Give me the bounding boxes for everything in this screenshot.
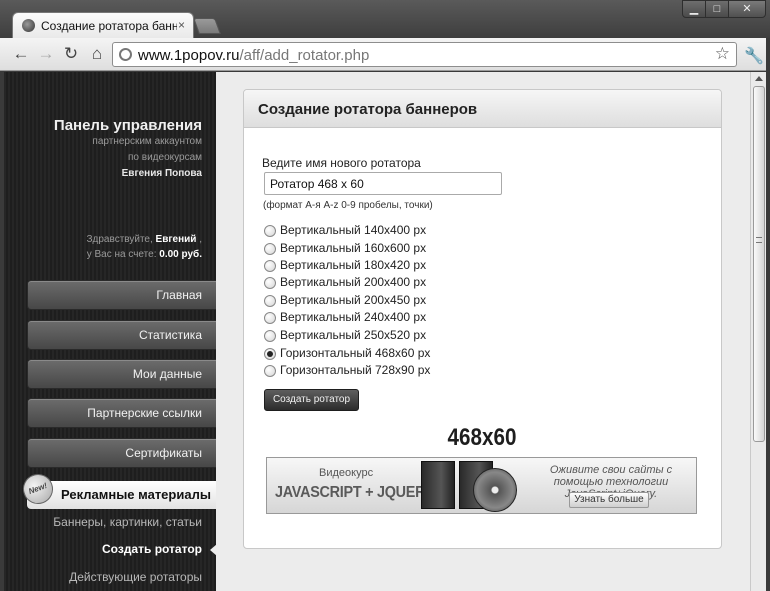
greeting-prefix: Здравствуйте,: [86, 234, 153, 245]
favicon-icon: [22, 19, 35, 32]
minimize-button[interactable]: ▁: [682, 0, 706, 18]
balance-prefix: у Вас на счете:: [86, 249, 157, 260]
user-name: Евгений: [155, 234, 197, 245]
size-radio[interactable]: [264, 243, 276, 255]
menu-item-partner-links[interactable]: Партнерские ссылки: [27, 398, 216, 428]
size-radio[interactable]: [264, 348, 276, 360]
scroll-up-icon[interactable]: [755, 76, 763, 81]
greeting: Здравствуйте, Евгений ,: [87, 234, 203, 245]
vertical-scrollbar[interactable]: [750, 72, 766, 591]
menu-item-statistics[interactable]: Статистика: [27, 320, 216, 350]
banner-course-label: Видеокурс: [319, 467, 374, 479]
url-text: www.1popov.ru/aff/add_rotator.php: [138, 47, 369, 64]
panel-owner: Евгения Попова: [121, 168, 202, 179]
size-option-label: Вертикальный 200x450 px: [280, 293, 427, 307]
new-tab-button[interactable]: [193, 18, 221, 34]
url-path: /aff/add_rotator.php: [239, 47, 370, 64]
size-option-label: Вертикальный 200x400 px: [280, 275, 427, 289]
size-option-label: Горизонтальный 468x60 px: [280, 346, 431, 360]
format-hint: (формат А-я A-z 0-9 пробелы, точки): [263, 200, 433, 211]
size-radio[interactable]: [264, 365, 276, 377]
banner-preview[interactable]: Видеокурс JAVASCRIPT + JQUERY Оживите св…: [266, 457, 697, 514]
forward-icon[interactable]: →: [36, 44, 56, 64]
size-option-label: Вертикальный 160x600 px: [280, 241, 427, 255]
panel-subtitle-2: по видеокурсам: [128, 152, 202, 163]
bookmark-star-icon[interactable]: ☆: [715, 44, 730, 64]
dvd-disc-image: [473, 468, 517, 512]
size-radio[interactable]: [264, 260, 276, 272]
page-title: Создание ротатора баннеров: [258, 101, 478, 118]
browser-tab[interactable]: Создание ротатора баннер ×: [12, 12, 194, 38]
size-radio[interactable]: [264, 277, 276, 289]
menu-item-home[interactable]: Главная: [27, 280, 216, 310]
submenu-banners[interactable]: Баннеры, картинки, статьи: [53, 515, 202, 529]
greeting-suffix: ,: [199, 234, 202, 245]
menu-item-certificates[interactable]: Сертификаты: [27, 438, 216, 468]
panel-subtitle-1: партнерским аккаунтом: [92, 136, 202, 147]
balance-value: 0.00 руб.: [159, 249, 202, 260]
card-header: Создание ротатора баннеров: [244, 90, 721, 128]
sidebar: Панель управления партнерским аккаунтом …: [4, 72, 217, 591]
home-icon[interactable]: ⌂: [87, 44, 107, 64]
banner-tech-title: JAVASCRIPT + JQUERY: [275, 484, 435, 501]
size-radio[interactable]: [264, 225, 276, 237]
maximize-button[interactable]: □: [705, 0, 729, 18]
back-icon[interactable]: ←: [11, 44, 31, 64]
scroll-thumb[interactable]: [753, 86, 765, 442]
create-rotator-button[interactable]: Создать ротатор: [264, 389, 359, 411]
size-radio[interactable]: [264, 312, 276, 324]
wrench-icon[interactable]: 🔧: [744, 46, 764, 66]
panel-title: Панель управления: [53, 117, 202, 134]
preview-size-label: 468x60: [447, 424, 517, 451]
size-option-label: Вертикальный 180x420 px: [280, 258, 427, 272]
reload-icon[interactable]: ↻: [61, 44, 81, 64]
tab-title: Создание ротатора баннер: [41, 19, 177, 33]
size-option-label: Вертикальный 250x520 px: [280, 328, 427, 342]
close-window-button[interactable]: ✕: [728, 0, 766, 18]
menu-item-my-data[interactable]: Мои данные: [27, 359, 216, 389]
dvd-box-image: [421, 461, 455, 509]
submenu-create-rotator[interactable]: Создать ротатор: [102, 542, 202, 556]
name-label: Ведите имя нового ротатора: [262, 156, 421, 170]
size-option-label: Вертикальный 240x400 px: [280, 310, 427, 324]
size-option-label: Горизонтальный 728x90 px: [280, 363, 431, 377]
browser-toolbar: ← → ↻ ⌂ www.1popov.ru/aff/add_rotator.ph…: [0, 38, 770, 71]
size-radio[interactable]: [264, 295, 276, 307]
banner-more-button[interactable]: Узнать больше: [569, 492, 649, 508]
grip-icon: [756, 237, 762, 243]
rotator-name-input[interactable]: [264, 172, 502, 195]
window-frame: [766, 38, 770, 591]
submenu-active-rotators[interactable]: Действующие ротаторы: [69, 570, 202, 584]
size-option-label: Вертикальный 140x400 px: [280, 223, 427, 237]
address-bar[interactable]: www.1popov.ru/aff/add_rotator.php ☆: [112, 42, 737, 67]
size-radio[interactable]: [264, 330, 276, 342]
balance: у Вас на счете: 0.00 руб.: [87, 249, 202, 260]
browser-titlebar: Создание ротатора баннер × ▁ □ ✕: [0, 0, 770, 38]
page-info-icon[interactable]: [119, 48, 132, 61]
tab-close-icon[interactable]: ×: [178, 18, 185, 32]
url-host: www.1popov.ru: [138, 47, 240, 64]
menu-item-ad-materials[interactable]: Рекламные материалы: [27, 481, 216, 509]
